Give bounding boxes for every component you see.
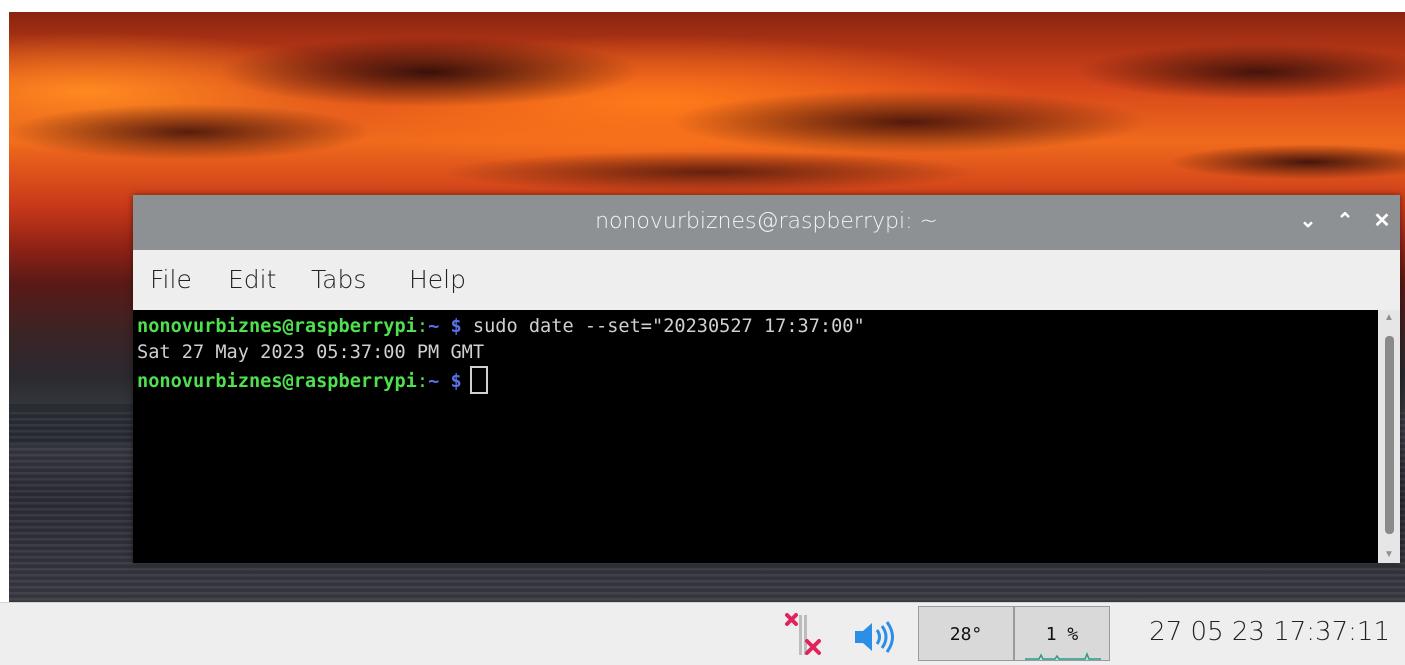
taskbar: 28° 1 % 27 05 23 17:37:11	[0, 602, 1405, 665]
terminal-window[interactable]: nonovurbiznes@raspberrypi: ~ ⌄ ⌃ ✕ File …	[133, 195, 1400, 563]
cpu-usage-graph	[1025, 651, 1101, 660]
command-text: sudo date --set="20230527 17:37:00"	[472, 316, 865, 337]
prompt-separator: :	[416, 371, 429, 392]
menu-tabs[interactable]: Tabs	[311, 265, 366, 294]
maximize-button[interactable]: ⌃	[1333, 209, 1357, 233]
prompt-separator: :	[416, 316, 429, 337]
scroll-down-icon[interactable]: ▼	[1378, 547, 1400, 563]
taskbar-clock[interactable]: 27 05 23 17:37:11	[1149, 617, 1390, 647]
prompt-path: ~	[428, 316, 440, 337]
network-disconnected-icon[interactable]	[783, 611, 823, 655]
terminal-line: nonovurbiznes@raspberrypi:~ $ sudo date …	[137, 314, 1378, 340]
window-title: nonovurbiznes@raspberrypi: ~	[595, 209, 938, 234]
chevron-down-icon: ⌄	[1299, 210, 1317, 232]
terminal-line: Sat 27 May 2023 05:37:00 PM GMT	[137, 340, 1378, 366]
command-output: Sat 27 May 2023 05:37:00 PM GMT	[137, 342, 485, 363]
cpu-usage-value: 1 %	[1045, 624, 1079, 645]
menu-file[interactable]: File	[150, 265, 192, 294]
cpu-temperature-monitor[interactable]: 28°	[918, 606, 1014, 661]
prompt-path: ~	[428, 371, 440, 392]
cpu-usage-monitor[interactable]: 1 %	[1014, 606, 1110, 661]
desktop: nonovurbiznes@raspberrypi: ~ ⌄ ⌃ ✕ File …	[0, 0, 1405, 665]
terminal-scrollbar[interactable]: ▲ ▼	[1378, 310, 1400, 563]
close-button[interactable]: ✕	[1370, 209, 1394, 233]
prompt-dollar: $	[450, 316, 462, 337]
menu-edit[interactable]: Edit	[228, 265, 276, 294]
terminal-line: nonovurbiznes@raspberrypi:~ $	[137, 366, 1378, 394]
menu-help[interactable]: Help	[409, 265, 466, 294]
minimize-button[interactable]: ⌄	[1296, 209, 1320, 233]
prompt-user: nonovurbiznes@raspberrypi	[137, 371, 417, 392]
prompt-dollar: $	[450, 371, 462, 392]
close-icon: ✕	[1373, 210, 1391, 232]
text-cursor	[469, 366, 488, 394]
speaker-volume-icon[interactable]	[852, 619, 894, 663]
terminal-menubar: File Edit Tabs Help	[133, 250, 1400, 310]
scroll-up-icon[interactable]: ▲	[1378, 310, 1400, 326]
scrollbar-thumb[interactable]	[1385, 336, 1394, 534]
chevron-up-icon: ⌃	[1336, 210, 1354, 232]
terminal-titlebar[interactable]: nonovurbiznes@raspberrypi: ~ ⌄ ⌃ ✕	[133, 195, 1400, 250]
terminal-output[interactable]: nonovurbiznes@raspberrypi:~ $ sudo date …	[133, 310, 1378, 563]
prompt-user: nonovurbiznes@raspberrypi	[137, 316, 417, 337]
